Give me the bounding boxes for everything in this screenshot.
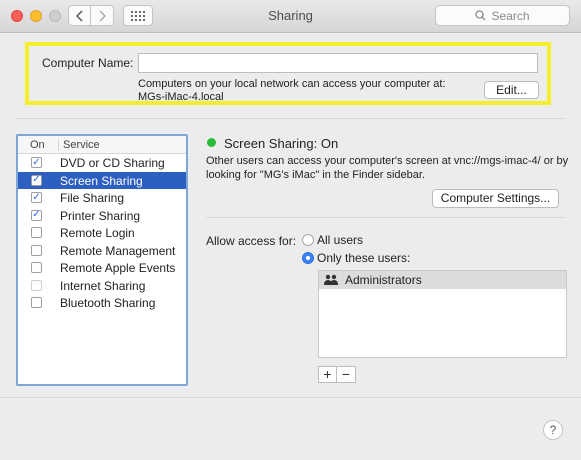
search-placeholder: Search [491, 8, 530, 23]
column-header-on[interactable]: On [30, 139, 45, 151]
service-status-description: Other users can access your computer's s… [206, 154, 571, 182]
service-checkbox[interactable] [31, 262, 42, 273]
only-these-users-label[interactable]: Only these users: [317, 251, 410, 265]
status-description-line: Other users can access your computer's s… [206, 155, 569, 167]
service-name: Remote Management [60, 243, 176, 258]
search-field[interactable]: Search [435, 5, 570, 26]
service-row[interactable]: ✓ Printer Sharing [18, 207, 186, 225]
service-row[interactable]: ✓ DVD or CD Sharing [18, 154, 186, 172]
service-checkbox[interactable] [31, 297, 42, 308]
network-info-text: Computers on your local network can acce… [138, 78, 446, 90]
service-row[interactable]: Bluetooth Sharing [18, 294, 186, 312]
service-checkbox[interactable]: ✓ [31, 174, 42, 186]
service-checkbox[interactable]: ✓ [31, 192, 42, 203]
service-name: File Sharing [60, 191, 125, 205]
service-row[interactable]: Remote Apple Events [18, 259, 186, 277]
service-row[interactable]: Remote Management [18, 242, 186, 260]
service-name: Internet Sharing [60, 278, 146, 293]
status-indicator [207, 138, 216, 147]
computer-settings-button[interactable]: Computer Settings... [432, 189, 559, 208]
service-name: Bluetooth Sharing [60, 296, 156, 310]
service-checkbox[interactable]: ✓ [31, 157, 42, 168]
service-checkbox[interactable]: ✓ [31, 209, 42, 221]
user-name: Administrators [345, 273, 422, 287]
computer-name-label: Computer Name: [42, 56, 134, 70]
add-user-button[interactable]: + [318, 366, 337, 383]
service-row[interactable]: Internet Sharing [18, 277, 186, 295]
computer-name-input[interactable] [138, 53, 538, 73]
search-icon [475, 10, 486, 21]
group-icon [324, 274, 338, 285]
only-these-users-radio[interactable] [302, 252, 314, 264]
section-divider [15, 118, 566, 119]
allowed-users-list: Administrators [318, 270, 567, 358]
status-description-line: looking for "MG's iMac" in the Finder si… [206, 169, 426, 181]
edit-hostname-button[interactable]: Edit... [484, 81, 539, 99]
service-row[interactable]: Remote Login [18, 224, 186, 242]
service-name: DVD or CD Sharing [60, 156, 165, 170]
service-checkbox[interactable] [31, 244, 42, 256]
help-button[interactable]: ? [543, 420, 563, 440]
service-name: Remote Login [60, 226, 135, 240]
network-address-info: Computers on your local network can acce… [138, 78, 446, 104]
service-name: Screen Sharing [60, 173, 143, 188]
allow-access-label: Allow access for: [206, 234, 297, 248]
remove-user-button[interactable]: − [337, 366, 356, 383]
add-remove-controls: + − [318, 366, 356, 383]
service-name: Printer Sharing [60, 208, 141, 223]
all-users-label[interactable]: All users [317, 233, 363, 247]
footer-divider [0, 397, 581, 398]
service-status-title: Screen Sharing: On [224, 136, 339, 151]
column-header-service[interactable]: Service [58, 139, 100, 151]
list-item[interactable]: Administrators [319, 271, 566, 289]
service-checkbox[interactable] [31, 279, 42, 291]
service-checkbox[interactable] [31, 227, 42, 238]
all-users-radio[interactable] [302, 234, 314, 246]
service-row[interactable]: ✓ Screen Sharing [18, 171, 186, 189]
service-name: Remote Apple Events [60, 261, 176, 275]
title-bar: Sharing Search [0, 0, 581, 33]
local-hostname: MGs-iMac-4.local [138, 91, 224, 103]
detail-divider [206, 217, 566, 218]
service-list-header: On Service [18, 136, 186, 154]
service-row[interactable]: ✓ File Sharing [18, 189, 186, 207]
service-list: On Service ✓ DVD or CD Sharing ✓ Screen Sha… [16, 134, 188, 386]
